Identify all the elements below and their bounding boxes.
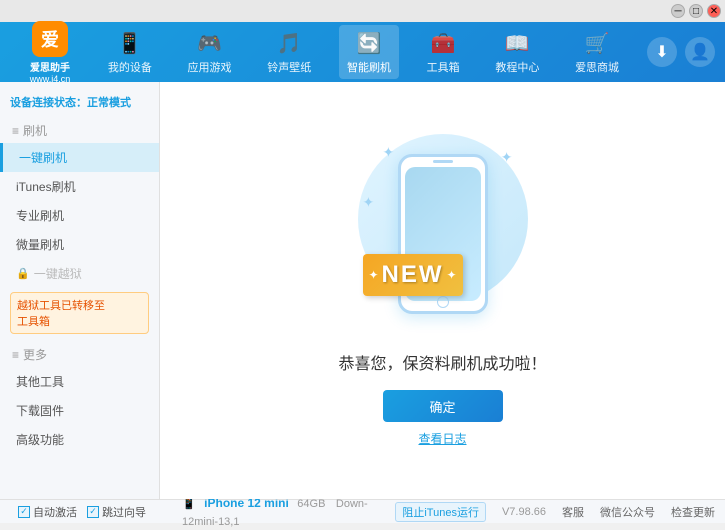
itunes-btn[interactable]: 阻止iTunes运行 (395, 502, 486, 522)
lock-icon: 🔒 (16, 267, 30, 280)
success-illustration: ✦ ✦ ✦ ✦ NEW ✦ (353, 134, 533, 334)
sparkle-2: ✦ (501, 149, 513, 166)
auto-activate-checkbox[interactable]: 自动激活 (18, 504, 77, 520)
bottom-right: 阻止iTunes运行 V7.98.66 客服 微信公众号 检查更新 (395, 502, 715, 522)
customer-service-link[interactable]: 客服 (562, 504, 584, 520)
maximize-btn[interactable]: □ (689, 4, 703, 18)
sidebar: 设备连接状态：正常模式 ≡ 刷机 一键刷机 iTunes刷机 专业刷机 微量刷机… (0, 82, 160, 499)
nav-apps-games[interactable]: 🎮 应用游戏 (180, 25, 240, 79)
nav-ringtones-icon: 🎵 (275, 29, 303, 57)
success-title: 恭喜您，保资料刷机成功啦！ (338, 350, 546, 374)
skip-guide-check[interactable] (87, 506, 99, 518)
sidebar-item-onekey-flash[interactable]: 一键刷机 (0, 143, 159, 172)
nav-my-device[interactable]: 📱 我的设备 (100, 25, 160, 79)
nav-flash-icon: 🔄 (355, 29, 383, 57)
sparkle-1: ✦ (383, 144, 395, 161)
sidebar-warning: 越狱工具已转移至 工具箱 (10, 292, 149, 334)
sidebar-section-more: ≡ 更多 (0, 342, 159, 367)
confirm-button[interactable]: 确定 (383, 390, 503, 422)
sidebar-item-download-firmware[interactable]: 下载固件 (0, 396, 159, 425)
new-ribbon-body: ✦ NEW ✦ (363, 254, 463, 296)
phone-speaker (433, 160, 453, 163)
new-badge-ribbon: ✦ NEW ✦ (363, 254, 463, 304)
sidebar-item-itunes-flash[interactable]: iTunes刷机 (0, 172, 159, 201)
bottom-left-section: 自动激活 跳过向导 (10, 504, 170, 520)
nav-shop[interactable]: 🛒 爱思商城 (567, 25, 627, 79)
star-left: ✦ (369, 268, 379, 282)
user-btn[interactable]: 👤 (685, 37, 715, 67)
nav-ringtones[interactable]: 🎵 铃声壁纸 (259, 25, 319, 79)
sidebar-item-micro-flash[interactable]: 微量刷机 (0, 230, 159, 259)
minimize-btn[interactable]: ─ (671, 4, 685, 18)
content-area: ✦ ✦ ✦ ✦ NEW ✦ 恭喜您，保资料刷机成功啦！ 确定 查看日志 (160, 82, 725, 499)
device-icon: 📱 (182, 498, 196, 510)
title-bar: ─ □ ✕ (0, 0, 725, 22)
device-status: 设备连接状态：正常模式 (0, 90, 159, 118)
auto-activate-check[interactable] (18, 506, 30, 518)
wechat-link[interactable]: 微信公众号 (600, 504, 655, 520)
logo-name: 爱思助手 (30, 59, 70, 74)
nav-tutorials-icon: 📖 (503, 29, 531, 57)
sidebar-item-jailbreak: 🔒 一键越狱 (0, 259, 159, 288)
header-right: ⬇ 👤 (647, 37, 715, 67)
sidebar-item-advanced[interactable]: 高级功能 (0, 425, 159, 454)
sidebar-item-other-tools[interactable]: 其他工具 (0, 367, 159, 396)
sidebar-section-flash: ≡ 刷机 (0, 118, 159, 143)
nav-smart-flash[interactable]: 🔄 智能刷机 (339, 25, 399, 79)
skip-guide-checkbox[interactable]: 跳过向导 (87, 504, 146, 520)
sparkle-3: ✦ (363, 194, 375, 211)
logo-icon: 爱 (32, 21, 68, 57)
star-right: ✦ (446, 268, 456, 282)
close-btn[interactable]: ✕ (707, 4, 721, 18)
nav-shop-icon: 🛒 (583, 29, 611, 57)
nav-tutorials[interactable]: 📖 教程中心 (487, 25, 547, 79)
nav-apps-icon: 🎮 (196, 29, 224, 57)
nav-items: 📱 我的设备 🎮 应用游戏 🎵 铃声壁纸 🔄 智能刷机 🧰 工具箱 📖 教程中心… (90, 25, 637, 79)
check-update-link[interactable]: 检查更新 (671, 504, 715, 520)
nav-toolbox-icon: 🧰 (429, 29, 457, 57)
nav-device-icon: 📱 (116, 29, 144, 57)
download-btn[interactable]: ⬇ (647, 37, 677, 67)
nav-toolbox[interactable]: 🧰 工具箱 (419, 25, 468, 79)
header: 爱 爱思助手 www.i4.cn 📱 我的设备 🎮 应用游戏 🎵 铃声壁纸 🔄 … (0, 22, 725, 82)
logo: 爱 爱思助手 www.i4.cn (10, 21, 90, 84)
bottom-bar: 自动激活 跳过向导 📱 iPhone 12 mini 64GB Down-12m… (0, 499, 725, 523)
sidebar-item-pro-flash[interactable]: 专业刷机 (0, 201, 159, 230)
main-content: 设备连接状态：正常模式 ≡ 刷机 一键刷机 iTunes刷机 专业刷机 微量刷机… (0, 82, 725, 499)
visit-log-link[interactable]: 查看日志 (418, 430, 466, 447)
new-text: NEW (382, 261, 444, 289)
version-label: V7.98.66 (502, 506, 546, 518)
device-storage: 64GB (297, 498, 325, 510)
